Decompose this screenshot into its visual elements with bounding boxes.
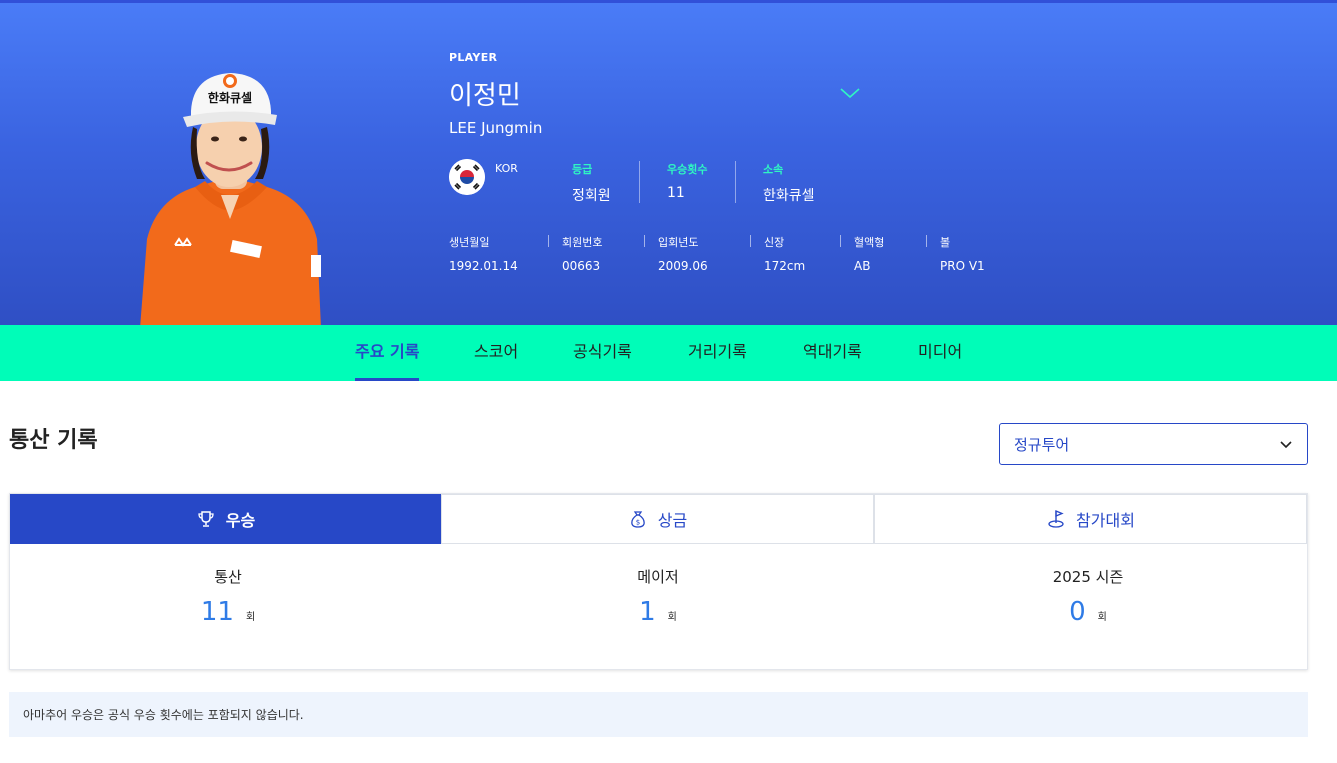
trophy-icon	[198, 511, 214, 527]
tab-main-records[interactable]: 주요 기록	[355, 325, 420, 381]
stat-season-label: 2025 시즌	[1052, 568, 1124, 586]
player-photo: 한화큐셀	[140, 73, 321, 328]
tab-official-records[interactable]: 공식기록	[573, 325, 632, 381]
detail-label-join-year: 입회년도	[658, 236, 699, 249]
stat-label-wins: 우승횟수	[667, 163, 708, 176]
stat-value-grade: 정회원	[572, 188, 611, 204]
career-stats-card: 우승 $ 상금 참가대회 통산 11 회 메이저 1 회 2025 시즌 0 회	[9, 493, 1308, 670]
section-title: 통산 기록	[9, 428, 98, 453]
tab-history-records[interactable]: 역대기록	[803, 325, 862, 381]
stat-divider	[639, 161, 640, 203]
player-eyebrow: PLAYER	[449, 51, 498, 64]
tab-score[interactable]: 스코어	[474, 325, 518, 381]
detail-value-ball: PRO V1	[940, 259, 985, 273]
stat-label-grade: 등급	[572, 163, 593, 176]
tour-select-value: 정규투어	[1014, 436, 1070, 454]
player-nation: KOR	[495, 162, 518, 175]
card-tab-prize-label: 상금	[657, 511, 688, 530]
card-tab-wins-label: 우승	[225, 511, 256, 530]
notice-text: 아마추어 우승은 공식 우승 횟수에는 포함되지 않습니다.	[23, 708, 304, 722]
stat-season-wins: 2025 시즌 0 회	[873, 566, 1303, 627]
stat-major-wins: 메이저 1 회	[443, 566, 873, 627]
detail-divider	[750, 235, 751, 247]
stat-season-unit: 회	[1097, 612, 1107, 623]
money-bag-icon: $	[630, 511, 645, 528]
stat-value-team: 한화큐셀	[763, 188, 815, 204]
player-hero: 한화큐셀 PLAYER 이정민 LEE Jungmin KOR 등급 정회원 우…	[0, 0, 1337, 328]
player-name-korean: 이정민	[449, 81, 521, 111]
record-tabs: 주요 기록 스코어 공식기록 거리기록 역대기록 미디어	[0, 325, 1337, 381]
stat-season-value: 0	[1069, 597, 1086, 627]
stat-total-unit: 회	[245, 612, 256, 623]
stat-divider	[735, 161, 736, 203]
detail-label-height: 신장	[764, 236, 785, 249]
tab-distance-records[interactable]: 거리기록	[688, 325, 747, 381]
detail-value-member-no: 00663	[562, 259, 601, 273]
detail-divider	[644, 235, 645, 247]
detail-value-birth: 1992.01.14	[449, 259, 518, 273]
detail-value-join-year: 2009.06	[658, 259, 708, 273]
player-name-english: LEE Jungmin	[449, 119, 543, 137]
card-tab-wins[interactable]: 우승	[10, 494, 441, 544]
korea-flag-icon	[449, 159, 485, 195]
stat-label-team: 소속	[763, 163, 784, 176]
tab-media[interactable]: 미디어	[918, 325, 962, 381]
detail-value-blood: AB	[854, 259, 871, 273]
cap-logo-text: 한화큐셀	[208, 90, 252, 105]
stat-major-label: 메이저	[637, 568, 679, 586]
detail-label-blood: 혈액형	[854, 236, 885, 249]
notice-box: 아마추어 우승은 공식 우승 횟수에는 포함되지 않습니다.	[9, 692, 1308, 737]
detail-divider	[926, 235, 927, 247]
tour-select[interactable]: 정규투어	[999, 423, 1308, 465]
detail-value-height: 172cm	[764, 259, 806, 273]
detail-label-ball: 볼	[940, 236, 951, 249]
stat-total-wins: 통산 11 회	[13, 566, 443, 627]
stat-major-unit: 회	[667, 612, 677, 623]
chevron-down-icon	[1280, 441, 1292, 449]
stat-total-value: 11	[200, 597, 234, 627]
golf-flag-icon	[1048, 510, 1064, 528]
detail-divider	[840, 235, 841, 247]
card-tab-tournaments-label: 참가대회	[1076, 511, 1135, 530]
detail-label-birth: 생년월일	[449, 236, 490, 249]
svg-text:$: $	[636, 519, 640, 527]
detail-label-member-no: 회원번호	[562, 236, 603, 249]
stat-major-value: 1	[639, 597, 656, 627]
detail-divider	[548, 235, 549, 247]
chevron-down-icon[interactable]	[838, 85, 862, 101]
card-tab-prize[interactable]: $ 상금	[441, 494, 874, 544]
stat-total-label: 통산	[214, 568, 242, 586]
card-tab-tournaments[interactable]: 참가대회	[874, 494, 1307, 544]
stat-value-wins: 11	[667, 185, 685, 201]
